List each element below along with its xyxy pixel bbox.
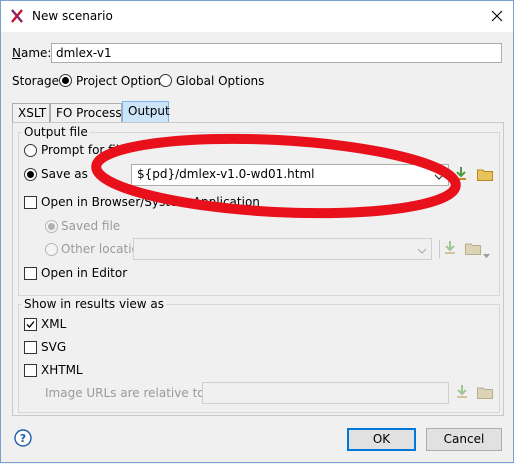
saved-file-radio[interactable] <box>45 220 58 233</box>
xml-label: XML <box>41 317 67 331</box>
ok-button[interactable]: OK <box>347 428 416 451</box>
help-icon[interactable]: ? <box>14 429 32 450</box>
svg-checkbox[interactable] <box>24 341 37 354</box>
open-in-editor-label: Open in Editor <box>41 266 128 280</box>
other-location-radio[interactable] <box>45 243 58 256</box>
open-in-browser-checkbox[interactable] <box>24 196 37 209</box>
name-field[interactable]: dmlex-v1 <box>51 43 502 63</box>
global-options-radio[interactable] <box>159 74 172 87</box>
new-scenario-dialog: New scenario Name: dmlex-v1 Storage: Pro… <box>0 0 514 463</box>
image-urls-label: Image URLs are relative to: <box>45 386 209 400</box>
project-options-radio[interactable] <box>59 74 72 87</box>
svg-label: SVG <box>41 340 67 354</box>
chevron-down-icon[interactable] <box>417 244 427 258</box>
other-location-combo[interactable] <box>133 238 432 260</box>
tab-fo-processor[interactable]: FO Processor <box>50 103 134 123</box>
save-as-value: ${pd}/dmlex-v1.0-wd01.html <box>137 167 315 181</box>
browse-folder-icon[interactable] <box>465 242 481 258</box>
results-view-group-label: Show in results view as <box>22 297 167 311</box>
browse-folder-icon[interactable] <box>477 386 493 402</box>
save-as-label: Save as <box>41 167 88 181</box>
title-bar: New scenario <box>1 1 513 32</box>
separator <box>439 240 440 258</box>
save-as-radio[interactable] <box>24 168 37 181</box>
name-label: Name: <box>12 46 52 60</box>
saved-file-label: Saved file <box>61 219 121 233</box>
save-as-combo[interactable]: ${pd}/dmlex-v1.0-wd01.html <box>131 164 449 186</box>
dropdown-arrow-icon[interactable] <box>483 247 490 261</box>
chevron-down-icon[interactable] <box>434 170 444 184</box>
insert-editor-variables-icon[interactable] <box>456 385 468 402</box>
window-title: New scenario <box>32 9 113 23</box>
output-tab-panel: Output file Prompt for file Save as ${pd… <box>12 122 504 416</box>
insert-editor-variables-icon[interactable] <box>444 241 456 258</box>
open-in-editor-checkbox[interactable] <box>24 267 37 280</box>
tab-output[interactable]: Output <box>122 101 170 123</box>
prompt-for-file-label: Prompt for file <box>41 143 127 157</box>
close-icon[interactable] <box>485 4 509 28</box>
project-options-label: Project Options <box>76 74 168 88</box>
xhtml-checkbox[interactable] <box>24 364 37 377</box>
svg-text:?: ? <box>20 432 26 445</box>
browse-folder-icon[interactable] <box>477 168 493 184</box>
oxygen-app-icon <box>9 8 25 24</box>
storage-label: Storage: <box>12 74 63 88</box>
tab-xslt[interactable]: XSLT <box>12 103 50 123</box>
xhtml-label: XHTML <box>41 363 83 377</box>
xml-checkbox[interactable] <box>24 318 37 331</box>
prompt-for-file-radio[interactable] <box>24 144 37 157</box>
output-file-group-label: Output file <box>22 125 90 139</box>
image-urls-field[interactable] <box>202 382 449 404</box>
insert-editor-variables-icon[interactable] <box>455 167 467 184</box>
cancel-button[interactable]: Cancel <box>426 428 502 451</box>
open-in-browser-label: Open in Browser/System Application <box>41 195 260 209</box>
global-options-label: Global Options <box>176 74 265 88</box>
